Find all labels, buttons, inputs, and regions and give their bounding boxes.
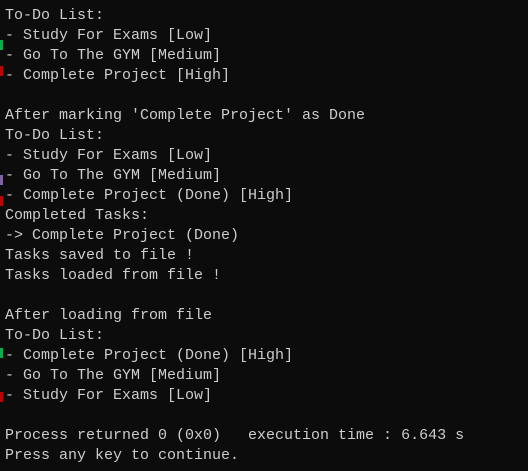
output-line: After marking 'Complete Project' as Done: [5, 107, 366, 124]
output-line: - Study For Exams [Low]: [5, 147, 213, 164]
output-line: - Study For Exams [Low]: [5, 27, 213, 44]
edge-marker: [0, 392, 3, 402]
left-edge-markers: [0, 0, 3, 471]
output-line: - Study For Exams [Low]: [5, 387, 213, 404]
console-window[interactable]: To-Do List: - Study For Exams [Low] - Go…: [0, 0, 528, 471]
output-line: Tasks saved to file !: [5, 247, 195, 264]
output-line: - Go To The GYM [Medium]: [5, 367, 222, 384]
console-output: To-Do List: - Study For Exams [Low] - Go…: [5, 6, 464, 466]
output-line: After loading from file: [5, 307, 213, 324]
edge-marker: [0, 175, 3, 185]
output-line: - Complete Project (Done) [High]: [5, 187, 294, 204]
output-line: To-Do List:: [5, 7, 105, 24]
output-line: Tasks loaded from file !: [5, 267, 222, 284]
edge-marker: [0, 66, 3, 76]
output-line: - Go To The GYM [Medium]: [5, 47, 222, 64]
output-line: - Complete Project [High]: [5, 67, 231, 84]
process-status-line: Process returned 0 (0x0) execution time …: [5, 427, 465, 444]
edge-marker: [0, 196, 3, 206]
continue-prompt-line: Press any key to continue.: [5, 447, 240, 464]
edge-marker: [0, 348, 3, 358]
edge-marker: [0, 40, 3, 50]
output-line: To-Do List:: [5, 327, 105, 344]
output-line: Completed Tasks:: [5, 207, 150, 224]
output-line: -> Complete Project (Done): [5, 227, 240, 244]
output-line: To-Do List:: [5, 127, 105, 144]
output-line: - Complete Project (Done) [High]: [5, 347, 294, 364]
output-line: - Go To The GYM [Medium]: [5, 167, 222, 184]
